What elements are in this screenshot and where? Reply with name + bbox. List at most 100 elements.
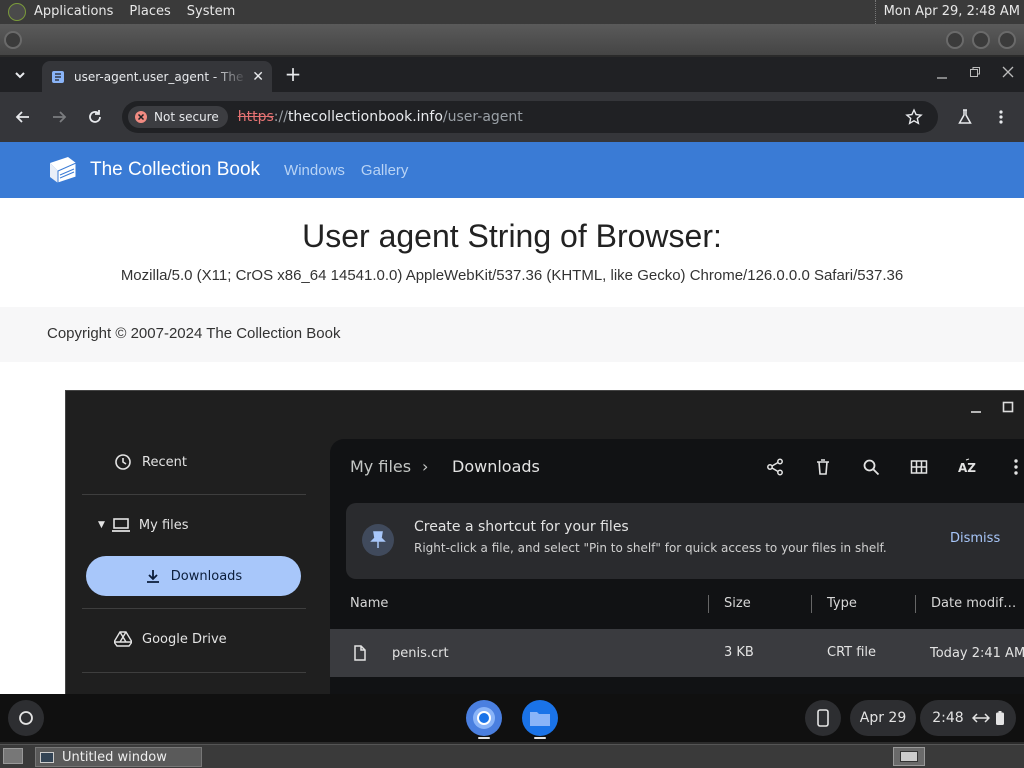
bottom-panel: Untitled window [0,744,1024,768]
share-button[interactable] [763,455,787,479]
warning-icon [135,111,147,123]
sidebar-divider [82,672,306,673]
sidebar-item-recent[interactable]: Recent [114,453,187,471]
taskbar-item[interactable]: Untitled window [35,747,202,767]
column-header-name[interactable]: Name [350,596,388,611]
sort-az-icon: AZ [958,458,976,475]
tab-strip: user-agent.user_agent - The Collection B… [0,57,1024,92]
tab-close-icon[interactable]: ✕ [252,69,264,85]
sidebar-item-downloads[interactable]: Downloads [86,556,301,596]
maximize-button[interactable] [972,31,990,49]
show-desktop-icon[interactable] [3,748,23,764]
forward-button[interactable] [47,105,71,129]
labs-button[interactable] [953,105,977,129]
security-chip[interactable]: Not secure [128,106,228,128]
nav-windows[interactable]: Windows [284,162,345,179]
files-more-button[interactable] [1004,455,1024,479]
breadcrumb-downloads[interactable]: Downloads [452,457,540,476]
search-button[interactable] [859,455,883,479]
chrome-close-button[interactable] [996,60,1020,84]
column-separator[interactable] [708,595,709,613]
more-vert-icon [999,110,1003,124]
column-separator[interactable] [811,595,812,613]
chrome-menu-button[interactable] [989,105,1013,129]
book-logo-icon[interactable] [46,155,80,185]
address-bar[interactable]: Not secure https://thecollectionbook.inf… [122,101,938,133]
new-tab-button[interactable]: + [281,62,305,86]
close-button[interactable] [998,31,1016,49]
column-header-size[interactable]: Size [724,596,751,611]
url-text[interactable]: https://thecollectionbook.info/user-agen… [238,109,523,125]
files-minimize-button[interactable] [964,395,988,419]
sidebar-item-my-files[interactable]: ▼ My files [98,517,189,533]
delete-button[interactable] [811,455,835,479]
window-titlebar[interactable] [0,24,1024,56]
chevron-down-icon [15,72,25,79]
phone-icon [817,709,829,727]
back-button[interactable] [11,105,35,129]
chrome-restore-button[interactable] [963,60,987,84]
share-icon [767,458,783,476]
site-navbar: The Collection Book Windows Gallery [0,142,1024,198]
book-favicon-icon [52,70,64,83]
arrow-right-icon [53,111,67,123]
caret-down-icon[interactable]: ▼ [98,520,105,530]
taskbar-item-label: Untitled window [62,749,167,765]
bookmark-star-button[interactable] [902,105,926,129]
date-tray[interactable]: Apr 29 [850,700,916,736]
column-separator[interactable] [915,595,916,613]
flask-icon [958,109,972,124]
dismiss-button[interactable]: Dismiss [950,531,1000,546]
download-icon [146,570,159,583]
places-menu[interactable]: Places [121,0,178,24]
files-titlebar[interactable] [66,391,1024,423]
sort-button[interactable]: AZ [955,455,979,479]
chrome-minimize-button[interactable] [930,62,954,86]
url-scheme: https [237,109,274,125]
google-drive-icon [114,631,132,647]
status-tray[interactable]: 2:48 [920,700,1016,736]
breadcrumb-my-files[interactable]: My files [350,457,411,476]
trash-icon [817,459,829,475]
chrome-app-icon[interactable] [466,700,502,736]
files-app-icon[interactable] [522,700,558,736]
column-header-date[interactable]: Date modif… [931,596,1016,611]
sidebar-divider [82,494,306,495]
window-menu-button[interactable] [4,31,22,49]
tab-title: user-agent.user_agent - The Collection B… [74,69,248,84]
url-separator: :// [273,109,288,125]
file-row[interactable]: penis.crt 3 KB CRT file Today 2:41 AM [330,629,1024,677]
launcher-button[interactable] [8,700,44,736]
shelf: Apr 29 2:48 [0,694,1024,742]
site-brand[interactable]: The Collection Book [90,159,260,181]
copyright-text: Copyright © 2007-2024 The Collection Boo… [47,325,341,342]
breadcrumb-chevron-icon: › [422,457,429,476]
files-maximize-button[interactable] [996,395,1020,419]
page-title: User agent String of Browser: [302,218,722,254]
reload-button[interactable] [83,105,107,129]
grid-icon [910,460,928,474]
phone-hub-button[interactable] [805,700,841,736]
arrow-left-icon [15,111,29,123]
file-date: Today 2:41 AM [930,646,1024,661]
panel-clock[interactable]: Mon Apr 29, 2:48 AM [874,0,1020,24]
more-vert-icon [1014,459,1018,475]
sidebar-item-label: Downloads [170,568,243,584]
pin-icon [362,524,394,556]
workspace-switcher[interactable] [893,747,925,766]
applications-menu[interactable]: Applications [26,0,121,24]
sidebar-item-google-drive[interactable]: Google Drive [114,631,227,647]
files-app-window: Recent ▼ My files Downloads Google Drive… [65,390,1024,694]
column-header-type[interactable]: Type [827,596,857,611]
gnome-logo-icon[interactable] [8,3,26,21]
tab-search-button[interactable] [8,63,32,87]
nav-gallery[interactable]: Gallery [361,162,409,179]
running-indicator [478,737,490,739]
browser-tab[interactable]: user-agent.user_agent - The Collection B… [42,61,272,92]
minimize-button[interactable] [946,31,964,49]
tray-time: 2:48 [932,710,964,726]
system-menu[interactable]: System [179,0,243,24]
user-agent-string: Mozilla/5.0 (X11; CrOS x86_64 14541.0.0)… [120,267,904,284]
network-arrows-icon [971,713,990,723]
grid-view-button[interactable] [907,455,931,479]
